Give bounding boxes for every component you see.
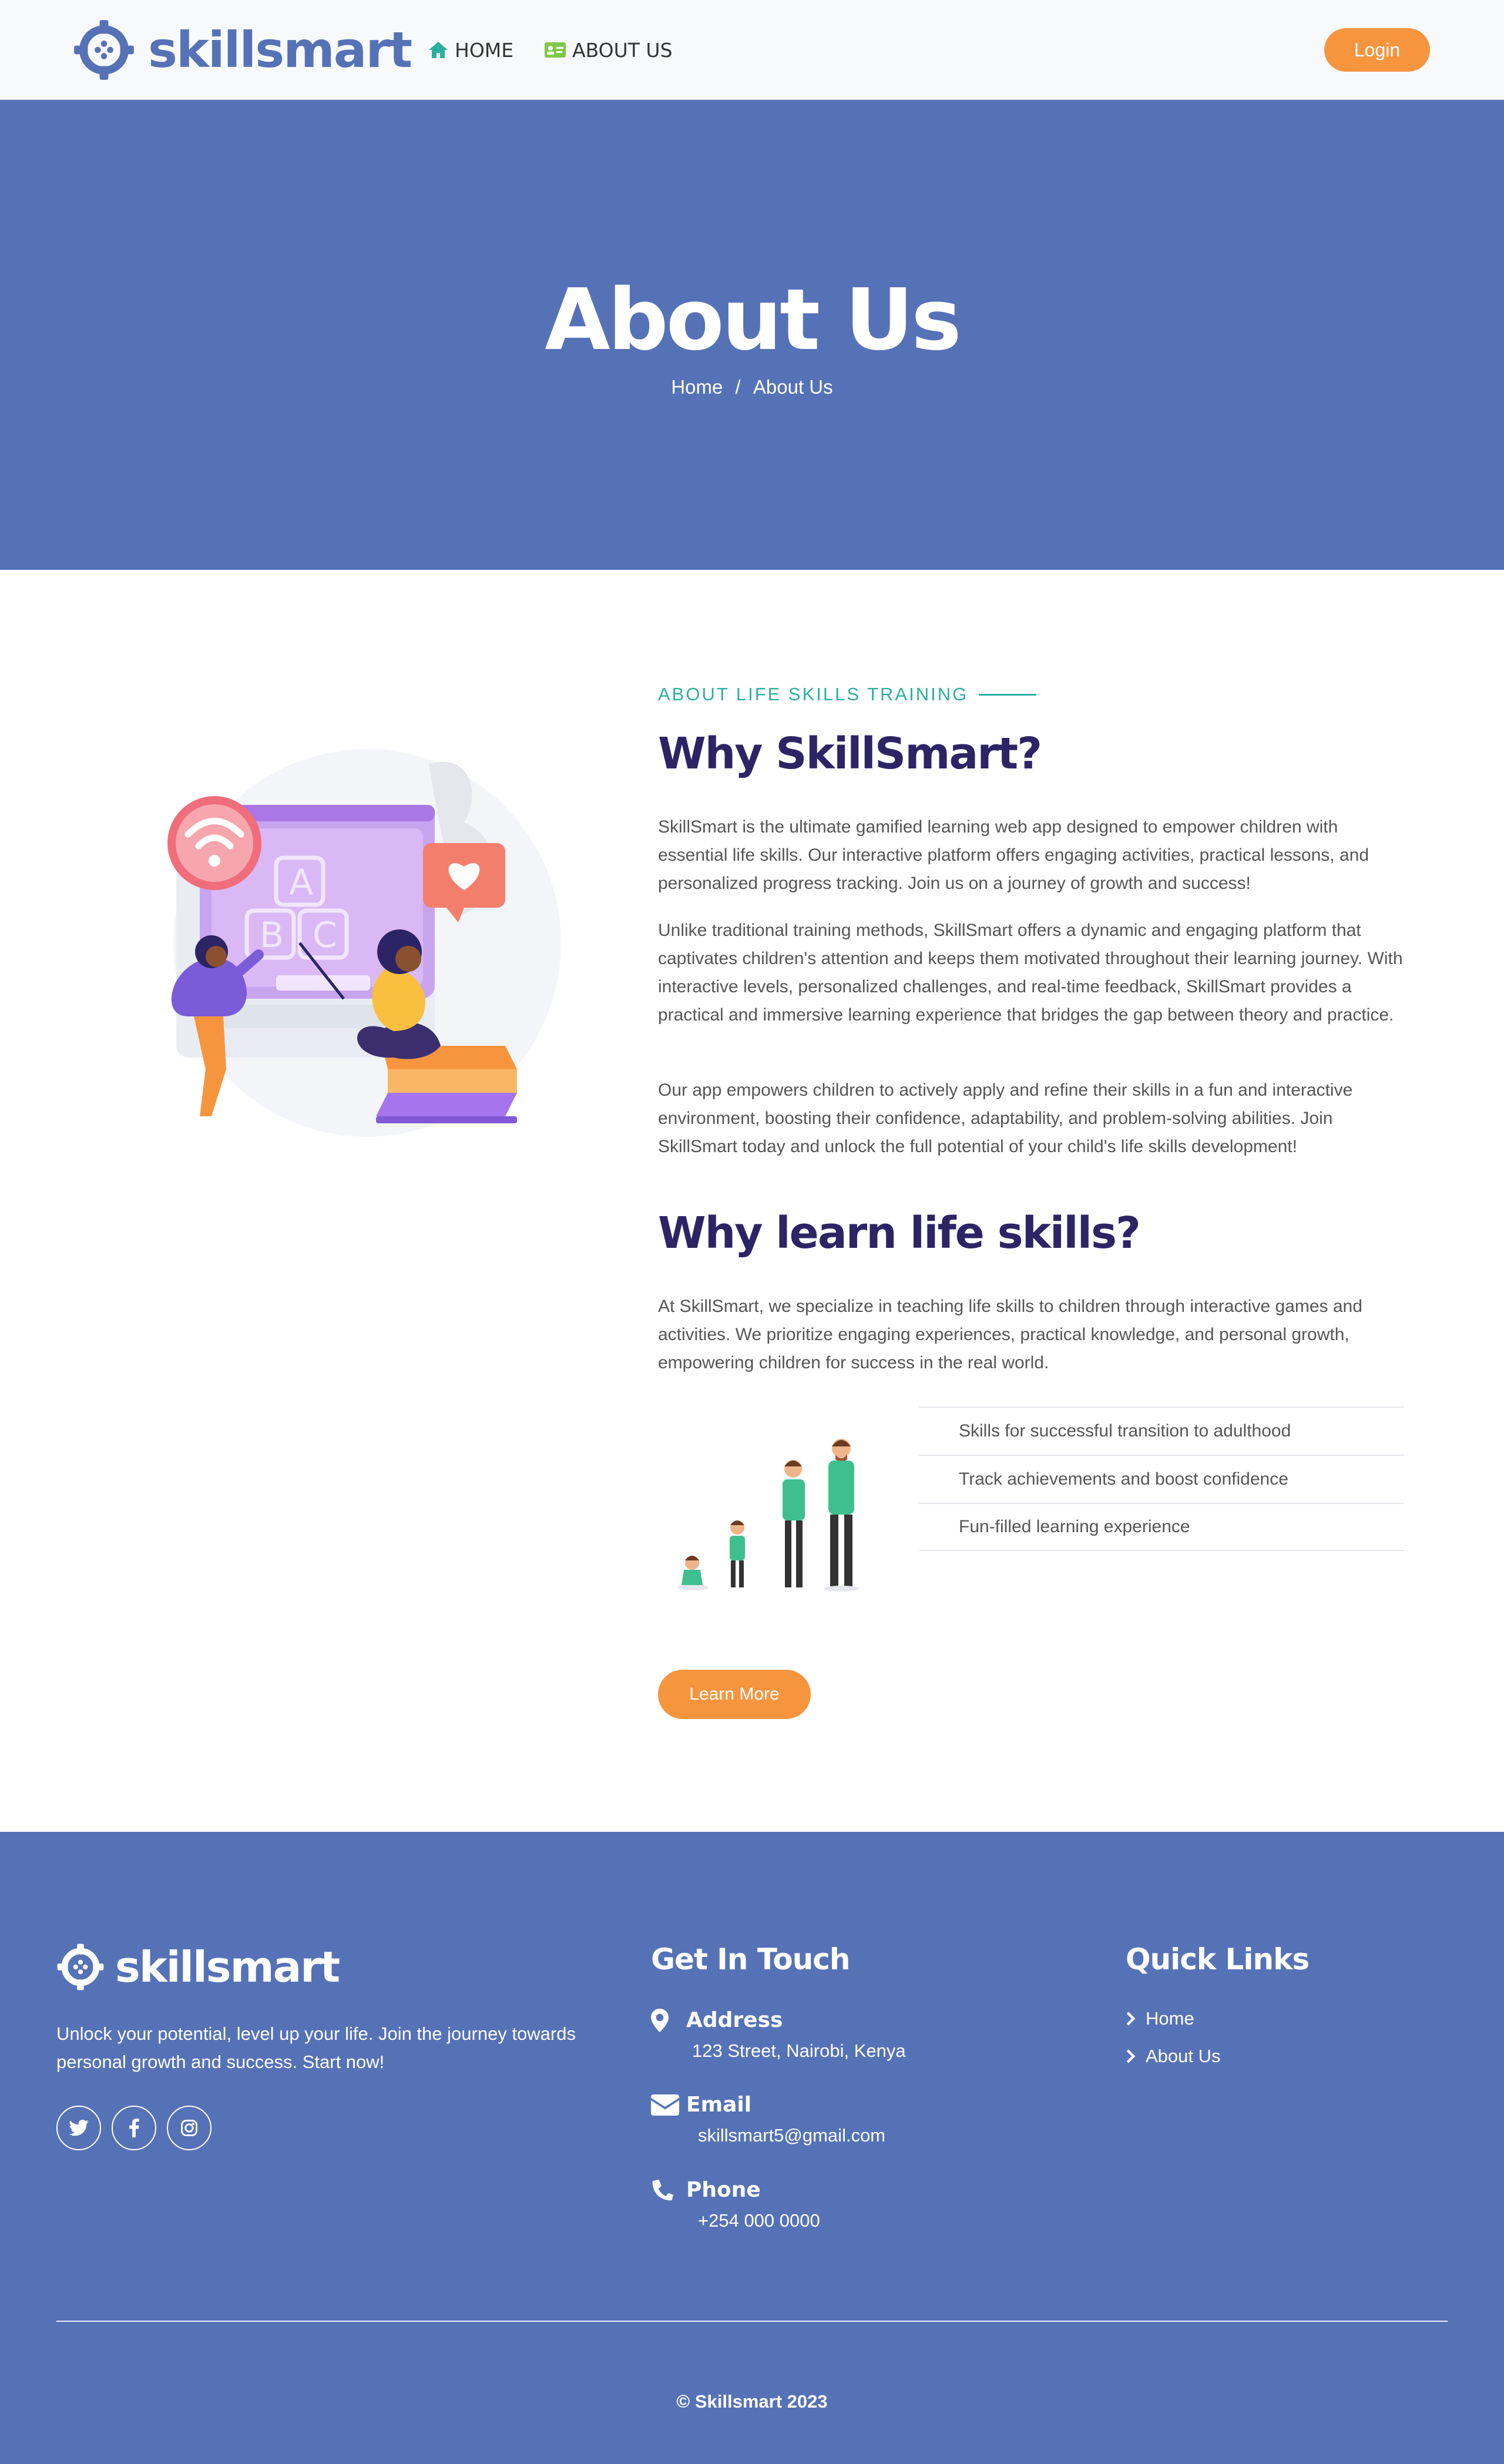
brand-name: skillsmart — [148, 21, 412, 79]
contact-phone: Phone +254 000 0000 — [651, 2177, 820, 2231]
svg-text:A: A — [289, 862, 313, 903]
crosshair-logo-icon — [74, 20, 134, 80]
page-title: About Us — [545, 270, 962, 369]
nav-home-label: HOME — [455, 38, 514, 62]
footer: skillsmart Unlock your potential, level … — [0, 1832, 1504, 2464]
contact-email: Email skillsmart5@gmail.com — [651, 2093, 885, 2146]
twitter-icon — [69, 2120, 89, 2136]
id-card-icon — [544, 41, 566, 59]
nav-about-label: ABOUT US — [572, 38, 673, 62]
svg-text:B: B — [260, 915, 284, 956]
nav-about-link[interactable]: ABOUT US — [544, 36, 673, 63]
home-icon — [428, 41, 449, 59]
twitter-link[interactable] — [56, 2106, 101, 2150]
instagram-icon — [181, 2120, 197, 2136]
learn-paragraph: At SkillSmart, we specialize in teaching… — [658, 1297, 1362, 1372]
address-label: Address — [686, 2008, 783, 2032]
quick-links-heading: Quick Links — [1126, 1942, 1310, 1976]
contact-address: Address 123 Street, Nairobi, Kenya — [651, 2008, 906, 2062]
feature-item: Skills for successful transition to adul… — [919, 1406, 1404, 1455]
map-pin-icon — [651, 2008, 686, 2032]
about-paragraph-2: Unlike traditional training methods, Ski… — [658, 921, 1403, 1025]
quick-link-about[interactable]: About Us — [1126, 2046, 1221, 2067]
breadcrumb: Home / About Us — [0, 376, 1504, 398]
quick-link-label: Home — [1146, 2008, 1194, 2029]
nav-home-link[interactable]: HOME — [428, 36, 513, 63]
why-skillsmart-heading: Why SkillSmart? — [658, 729, 1042, 779]
footer-divider — [56, 2321, 1448, 2322]
instagram-link[interactable] — [167, 2106, 212, 2150]
chevron-right-icon — [1126, 2011, 1136, 2026]
footer-description: Unlock your potential, level up your lif… — [56, 2023, 576, 2072]
breadcrumb-separator: / — [735, 376, 741, 398]
feature-item: Track achievements and boost confidence — [919, 1455, 1404, 1503]
about-paragraph-3: Our app empowers children to actively ap… — [658, 1080, 1353, 1156]
brand-logo[interactable]: skillsmart — [73, 18, 412, 82]
get-in-touch-heading: Get In Touch — [651, 1942, 851, 1976]
phone-icon — [651, 2177, 686, 2202]
copyright-text: © Skillsmart 2023 — [676, 2391, 828, 2412]
phone-value[interactable]: +254 000 0000 — [698, 2210, 820, 2231]
email-label: Email — [686, 2093, 752, 2117]
facebook-icon — [129, 2119, 139, 2137]
svg-text:C: C — [313, 915, 337, 956]
kicker-label: ABOUT LIFE SKILLS TRAINING — [658, 684, 969, 704]
learning-illustration: A B C — [167, 749, 561, 1137]
about-paragraph-1: SkillSmart is the ultimate gamified lear… — [658, 817, 1369, 893]
phone-label: Phone — [686, 2177, 761, 2202]
navbar: skillsmart HOME ABOUT US Login — [0, 0, 1504, 100]
feature-item: Fun-filled learning experience — [919, 1503, 1404, 1551]
breadcrumb-home[interactable]: Home — [671, 376, 723, 398]
envelope-icon — [651, 2094, 686, 2116]
breadcrumb-current: About Us — [753, 376, 833, 398]
login-button[interactable]: Login — [1324, 28, 1430, 72]
facebook-link[interactable] — [112, 2106, 156, 2150]
quick-link-label: About Us — [1146, 2046, 1221, 2066]
growth-family-illustration — [678, 1439, 859, 1592]
kicker-line — [979, 693, 1037, 696]
learn-more-button[interactable]: Learn More — [658, 1670, 811, 1719]
social-links — [56, 2106, 212, 2150]
quick-link-home[interactable]: Home — [1126, 2008, 1194, 2029]
footer-brand-name: skillsmart — [115, 1942, 340, 1992]
address-value: 123 Street, Nairobi, Kenya — [692, 2040, 906, 2061]
chevron-right-icon — [1126, 2049, 1136, 2064]
crosshair-logo-icon — [57, 1943, 104, 1990]
email-value[interactable]: skillsmart5@gmail.com — [698, 2125, 885, 2146]
section-kicker: ABOUT LIFE SKILLS TRAINING — [658, 684, 1037, 705]
page-header: About Us Home / About Us — [0, 100, 1504, 570]
why-learn-heading: Why learn life skills? — [658, 1208, 1141, 1258]
footer-brand[interactable]: skillsmart — [56, 1942, 340, 1992]
feature-list: Skills for successful transition to adul… — [919, 1406, 1404, 1551]
